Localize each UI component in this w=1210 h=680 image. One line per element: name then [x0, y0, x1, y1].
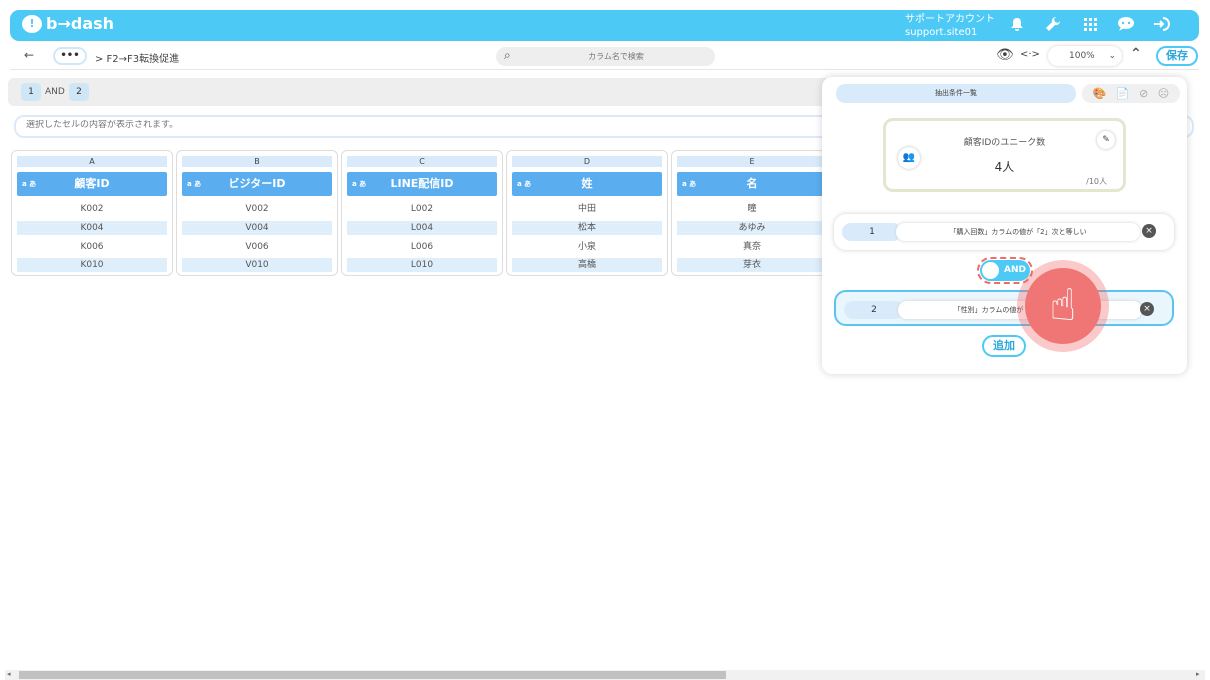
chat-icon[interactable] [1116, 14, 1136, 34]
grid-icon[interactable] [1080, 14, 1100, 34]
brand-name: b→dash [46, 14, 115, 33]
column-header[interactable]: a あ LINE配信ID [347, 172, 497, 196]
unique-count-card: 👥 ✎ 顧客IDのユニーク数 4人 /10人 [883, 118, 1126, 192]
more-button[interactable]: ••• [53, 47, 87, 65]
back-arrow-icon[interactable]: ← [24, 48, 34, 62]
account-title: サポートアカウント [905, 14, 995, 25]
account-id: support.site01 [905, 27, 978, 38]
column-header[interactable]: a あ ビジターID [182, 172, 332, 196]
breadcrumb: > F2→F3転換促進 [95, 54, 180, 65]
table-cell[interactable]: 小泉 [512, 240, 662, 254]
condition-row-2[interactable]: 2 「性別」カラムの値が「女性」次と等しい × [834, 290, 1174, 326]
table-cell[interactable]: V004 [182, 221, 332, 235]
unique-total: /10人 [1086, 177, 1107, 186]
type-badge: a あ [22, 180, 37, 188]
condition-number: 2 [844, 301, 904, 319]
condition-operator: AND [45, 87, 65, 97]
collapse-caret-icon[interactable]: ⌃ [1130, 46, 1142, 62]
condition-pill-2[interactable]: 2 [69, 83, 89, 101]
panel-tools: 🎨 📄 ⊘ ☹ [1082, 84, 1180, 103]
scroll-right-icon[interactable]: ▸ [1196, 670, 1200, 678]
search-icon: ⌕ [504, 48, 511, 62]
bell-icon[interactable] [1007, 14, 1027, 34]
table-cell[interactable]: L002 [347, 202, 497, 216]
column-header-label: 名 [746, 177, 758, 190]
column-c[interactable]: Ca あ LINE配信ID L002 L004 L006 L010 [341, 150, 503, 276]
table-cell[interactable]: K002 [17, 202, 167, 216]
column-search[interactable]: ⌕ [496, 47, 715, 66]
table-cell[interactable]: V006 [182, 240, 332, 254]
brand-logo[interactable]: ! b→dash [22, 14, 114, 33]
table-cell[interactable]: K010 [17, 258, 167, 272]
unique-label: 顧客IDのユニーク数 [963, 138, 1046, 148]
toggle-label: AND [1004, 265, 1026, 275]
table-cell[interactable]: L010 [347, 258, 497, 272]
condition-strip [8, 78, 848, 106]
column-letter[interactable]: B [182, 156, 332, 167]
column-letter[interactable]: A [17, 156, 167, 167]
add-condition-button[interactable]: 追加 [982, 335, 1026, 357]
scrollbar-thumb[interactable] [19, 671, 726, 679]
logout-icon[interactable] [1152, 14, 1172, 34]
code-icon[interactable]: <·> [1020, 49, 1040, 60]
condition-text[interactable]: 「購入回数」カラムの値が「2」次と等しい [896, 223, 1140, 241]
palette-icon[interactable]: 🎨 [1093, 87, 1107, 100]
account-info[interactable]: サポートアカウント support.site01 [905, 13, 995, 39]
column-letter[interactable]: D [512, 156, 662, 167]
table-cell[interactable]: 真奈 [677, 240, 827, 254]
type-badge: a あ [187, 180, 202, 188]
table-cell[interactable]: L006 [347, 240, 497, 254]
face-icon[interactable]: ☹ [1158, 87, 1169, 100]
save-button[interactable]: 保存 [1156, 46, 1198, 66]
table-cell[interactable]: 瞳 [677, 202, 827, 216]
zoom-select[interactable]: 100% ⌄ [1048, 46, 1122, 66]
column-header-label: 姓 [581, 177, 593, 190]
type-badge: a あ [682, 180, 697, 188]
column-header-label: LINE配信ID [390, 177, 454, 190]
type-badge: a あ [517, 180, 532, 188]
zoom-value: 100% [1069, 51, 1095, 61]
table-cell[interactable]: K004 [17, 221, 167, 235]
column-e[interactable]: Ea あ 名瞳あゆみ真奈芽衣 [671, 150, 833, 276]
document-icon[interactable]: 📄 [1116, 87, 1130, 100]
column-header[interactable]: a あ 顧客ID [17, 172, 167, 196]
hand-pointer-icon: ☝ [1025, 268, 1101, 344]
table-cell[interactable]: K006 [17, 240, 167, 254]
table-cell[interactable]: 松本 [512, 221, 662, 235]
hide-icon[interactable]: ⊘ [1139, 87, 1148, 100]
condition-row-1[interactable]: 1 「購入回数」カラムの値が「2」次と等しい × [834, 214, 1174, 250]
column-header[interactable]: a あ姓 [512, 172, 662, 196]
column-b[interactable]: Ba あ ビジターID V002 V004 V006 V010 [176, 150, 338, 276]
column-a[interactable]: Aa あ 顧客ID K002 K004 K006 K010 [11, 150, 173, 276]
column-header-label: 顧客ID [74, 177, 110, 190]
table-cell[interactable]: 高橋 [512, 258, 662, 272]
table-cell[interactable]: V002 [182, 202, 332, 216]
column-d[interactable]: Da あ 姓中田松本小泉高橋 [506, 150, 668, 276]
type-badge: a あ [352, 180, 367, 188]
logo-icon: ! [22, 14, 42, 33]
chevron-down-icon: ⌄ [1108, 51, 1116, 61]
column-letter[interactable]: E [677, 156, 827, 167]
table-cell[interactable]: あゆみ [677, 221, 827, 235]
condition-number: 1 [842, 223, 902, 241]
and-or-toggle[interactable]: AND [980, 260, 1030, 281]
panel-title: 抽出条件一覧 [836, 84, 1076, 103]
wrench-icon[interactable] [1043, 14, 1063, 34]
table-cell[interactable]: L004 [347, 221, 497, 235]
column-header-label: ビジターID [228, 177, 286, 190]
table-cell[interactable]: V010 [182, 258, 332, 272]
condition-pill-1[interactable]: 1 [21, 83, 41, 101]
eye-icon[interactable]: 👁 [996, 47, 1014, 63]
scroll-left-icon[interactable]: ◂ [7, 670, 11, 678]
column-header[interactable]: a あ名 [677, 172, 827, 196]
remove-condition-icon[interactable]: × [1140, 302, 1154, 316]
table-cell[interactable]: 芽衣 [677, 258, 827, 272]
remove-condition-icon[interactable]: × [1142, 224, 1156, 238]
table-cell[interactable]: 中田 [512, 202, 662, 216]
unique-value: 4人 [994, 160, 1015, 174]
toggle-knob [982, 262, 999, 279]
cell-content-input[interactable] [26, 120, 726, 130]
search-input[interactable] [526, 49, 706, 64]
column-letter[interactable]: C [347, 156, 497, 167]
